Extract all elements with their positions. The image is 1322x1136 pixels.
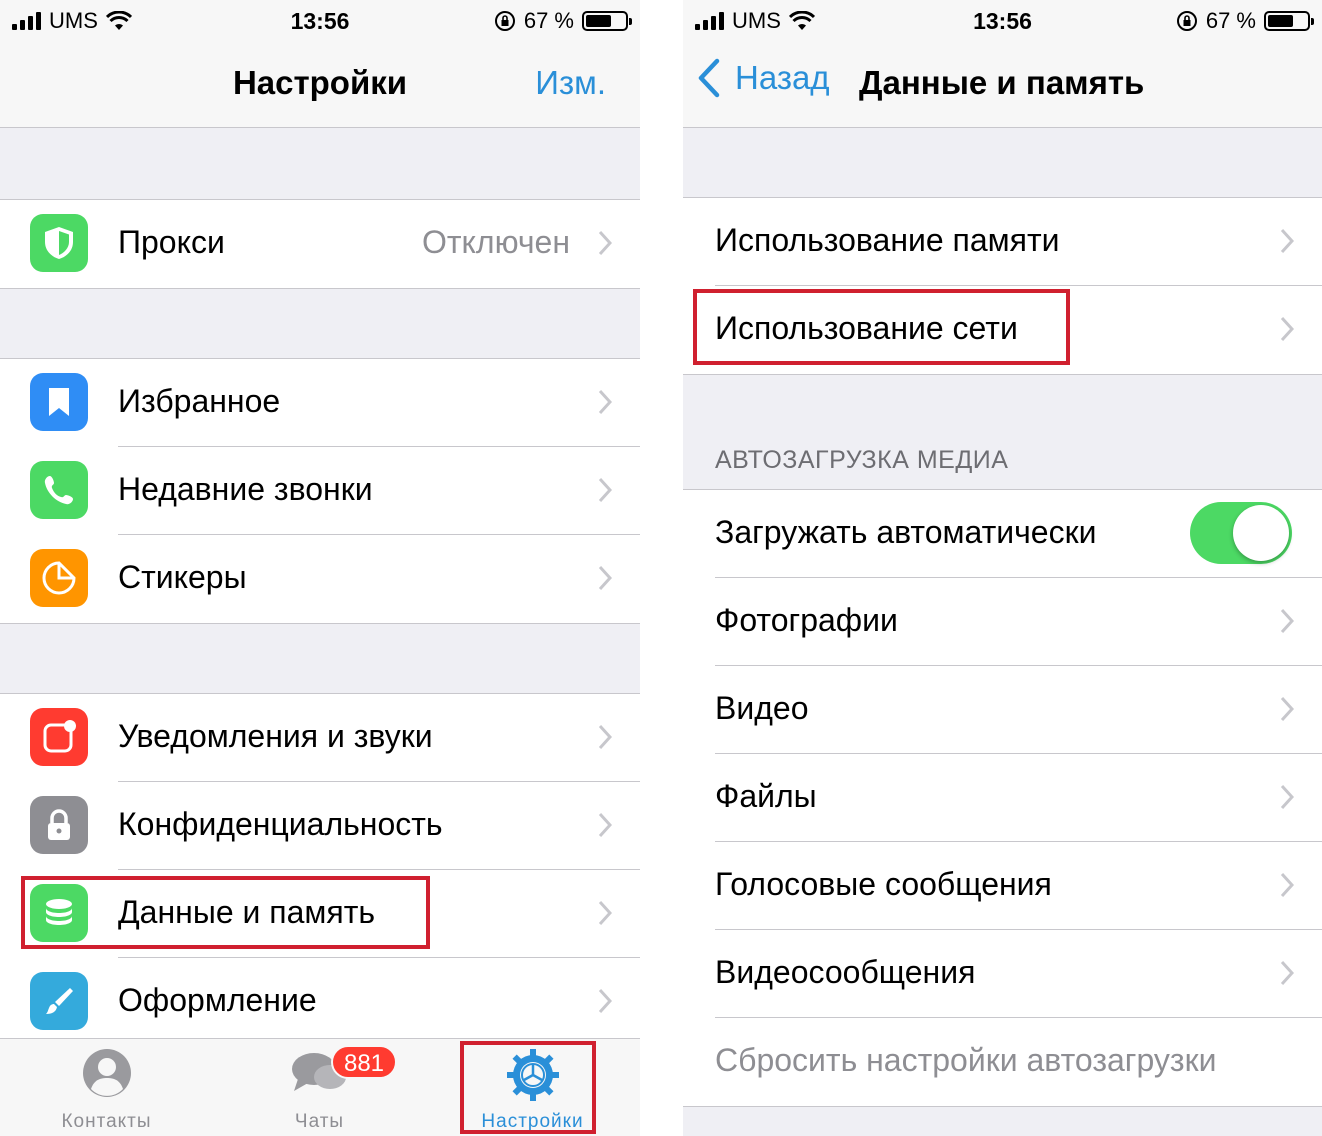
status-bar: UMS 13:56 67 % xyxy=(683,0,1322,40)
reset-autodownload-button: Сбросить настройки автозагрузки xyxy=(715,1042,1217,1078)
status-bar: UMS 13:56 67 % xyxy=(0,0,640,40)
row-label: Недавние звонки xyxy=(118,471,373,507)
row-label: Файлы xyxy=(715,778,817,814)
tab-contacts[interactable]: Контакты xyxy=(0,1039,213,1136)
autodownload-group: Загружать автоматически Фотографии Видео… xyxy=(683,489,1322,1107)
chevron-right-icon xyxy=(1280,316,1294,342)
back-label: Назад xyxy=(735,59,830,96)
chevron-right-icon xyxy=(598,477,612,503)
sticker-icon xyxy=(30,549,88,607)
chevron-right-icon xyxy=(1280,872,1294,898)
chevron-right-icon xyxy=(598,565,612,591)
chevron-right-icon xyxy=(598,389,612,415)
page-title: Данные и память xyxy=(859,64,1145,101)
shield-icon xyxy=(30,214,88,272)
nav-bar: Настройки Изм. xyxy=(0,40,640,128)
general-group: Избранное Недавние звонки Стикеры xyxy=(0,358,640,624)
auto-download-toggle[interactable] xyxy=(1190,502,1292,564)
brush-icon xyxy=(30,972,88,1030)
row-voice-messages[interactable]: Голосовые сообщения xyxy=(683,842,1322,930)
chevron-right-icon xyxy=(598,230,612,256)
row-label: Голосовые сообщения xyxy=(715,866,1052,902)
row-photos[interactable]: Фотографии xyxy=(683,578,1322,666)
notification-icon xyxy=(30,708,88,766)
orientation-lock-icon xyxy=(1176,11,1197,31)
edit-button[interactable]: Изм. xyxy=(535,64,606,102)
settings-row-proxy[interactable]: Прокси Отключен xyxy=(0,200,640,288)
highlight-settings-tab xyxy=(460,1041,596,1134)
settings-row-privacy[interactable]: Конфиденциальность xyxy=(0,782,640,870)
chevron-right-icon xyxy=(1280,696,1294,722)
row-video-messages[interactable]: Видеосообщения xyxy=(683,930,1322,1018)
row-label: Уведомления и звуки xyxy=(118,718,433,754)
row-label: Видео xyxy=(715,690,809,726)
row-label: Загружать автоматически xyxy=(715,514,1097,550)
row-video[interactable]: Видео xyxy=(683,666,1322,754)
chevron-left-icon xyxy=(698,58,720,98)
chevron-right-icon xyxy=(598,900,612,926)
bookmark-icon xyxy=(30,373,88,431)
lock-icon xyxy=(30,796,88,854)
settings-screen: UMS 13:56 67 % Настройки Изм. Прокси Отк… xyxy=(0,0,640,1136)
proxy-group: Прокси Отключен xyxy=(0,199,640,289)
row-label: Прокси xyxy=(118,224,225,260)
row-files[interactable]: Файлы xyxy=(683,754,1322,842)
row-reset-autodownload[interactable]: Сбросить настройки автозагрузки xyxy=(683,1018,1322,1106)
settings-row-stickers[interactable]: Стикеры xyxy=(0,535,640,623)
section-header-autodownload: АВТОЗАГРУЗКА МЕДИА xyxy=(715,446,1009,474)
proxy-status-value: Отключен xyxy=(421,224,570,260)
highlight-data-storage xyxy=(21,876,430,949)
settings-row-notifications[interactable]: Уведомления и звуки xyxy=(0,694,640,782)
unread-badge: 881 xyxy=(331,1045,397,1079)
data-storage-screen: UMS 13:56 67 % Назад Данные и память Исп… xyxy=(683,0,1322,1136)
preferences-group: Уведомления и звуки Конфиденциальность Д… xyxy=(0,693,640,1047)
row-label: Конфиденциальность xyxy=(118,806,443,842)
orientation-lock-icon xyxy=(494,11,515,31)
chevron-right-icon xyxy=(1280,960,1294,986)
row-label: Стикеры xyxy=(118,559,247,595)
phone-icon xyxy=(30,461,88,519)
back-button[interactable]: Назад xyxy=(697,58,830,98)
chevron-right-icon xyxy=(1280,784,1294,810)
chevron-right-icon xyxy=(598,812,612,838)
chevron-right-icon xyxy=(1280,228,1294,254)
row-auto-download: Загружать автоматически xyxy=(683,490,1322,578)
settings-row-recent-calls[interactable]: Недавние звонки xyxy=(0,447,640,535)
row-storage-usage[interactable]: Использование памяти xyxy=(683,198,1322,286)
contacts-icon xyxy=(82,1049,131,1097)
tab-chats[interactable]: 881 Чаты xyxy=(213,1039,426,1136)
chevron-right-icon xyxy=(598,724,612,750)
chevron-right-icon xyxy=(1280,608,1294,634)
battery-icon xyxy=(1264,11,1314,31)
row-label: Видеосообщения xyxy=(715,954,976,990)
battery-icon xyxy=(582,11,632,31)
tab-label: Контакты xyxy=(61,1111,152,1132)
row-label: Использование памяти xyxy=(715,222,1060,258)
highlight-network-usage xyxy=(693,289,1070,365)
settings-row-favorites[interactable]: Избранное xyxy=(0,359,640,447)
battery-percent: 67 % xyxy=(523,8,574,33)
settings-row-appearance[interactable]: Оформление xyxy=(0,958,640,1046)
battery-percent: 67 % xyxy=(1205,8,1256,33)
nav-bar: Назад Данные и память xyxy=(683,40,1322,128)
tab-label: Чаты xyxy=(294,1111,345,1132)
chevron-right-icon xyxy=(598,988,612,1014)
row-label: Оформление xyxy=(118,982,317,1018)
row-label: Избранное xyxy=(118,383,281,419)
row-label: Фотографии xyxy=(715,602,898,638)
